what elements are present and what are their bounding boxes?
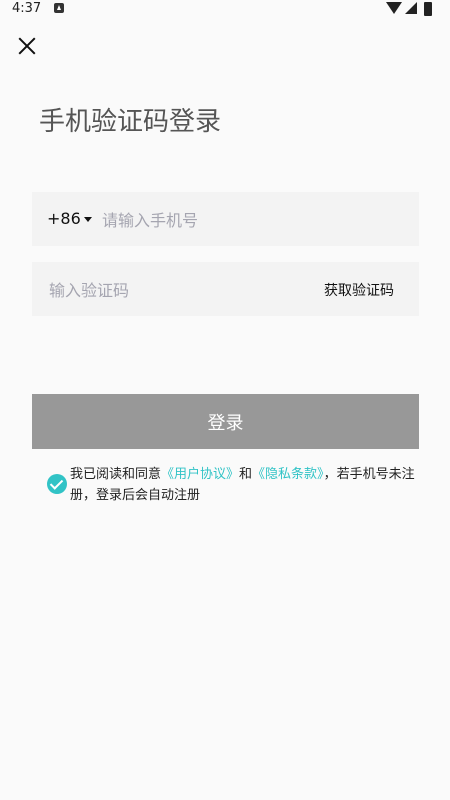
code-input[interactable] (47, 275, 301, 305)
status-time: 4:37 (12, 1, 42, 16)
get-code-button[interactable]: 获取验证码 (324, 280, 394, 300)
user-agreement-link[interactable]: 《用户协议》 (161, 467, 239, 482)
agreement-and: 和 (239, 467, 253, 482)
signal-icon (405, 2, 417, 14)
privacy-policy-link[interactable]: 《隐私条款》 (252, 467, 324, 482)
phone-input[interactable] (100, 205, 404, 235)
code-field: 获取验证码 (32, 262, 419, 316)
close-icon[interactable] (14, 32, 42, 60)
agreement-prefix: 我已阅读和同意 (70, 467, 162, 482)
country-code-selector[interactable]: +86 (47, 209, 92, 228)
notification-app-icon (54, 3, 64, 13)
status-indicators (386, 2, 438, 16)
phone-field: +86 (32, 192, 419, 246)
wifi-icon (386, 2, 402, 14)
country-code-label: +86 (47, 209, 81, 228)
page-title: 手机验证码登录 (39, 107, 222, 137)
agreement-text: 我已阅读和同意《用户协议》和《隐私条款》，若手机号未注册，登录后会自动注册 (70, 464, 420, 506)
login-button[interactable]: 登录 (32, 394, 419, 449)
caret-down-icon (83, 217, 92, 222)
check-circle-icon[interactable] (47, 474, 67, 494)
status-bar: 4:37 (0, 0, 450, 18)
battery-icon (424, 2, 432, 16)
